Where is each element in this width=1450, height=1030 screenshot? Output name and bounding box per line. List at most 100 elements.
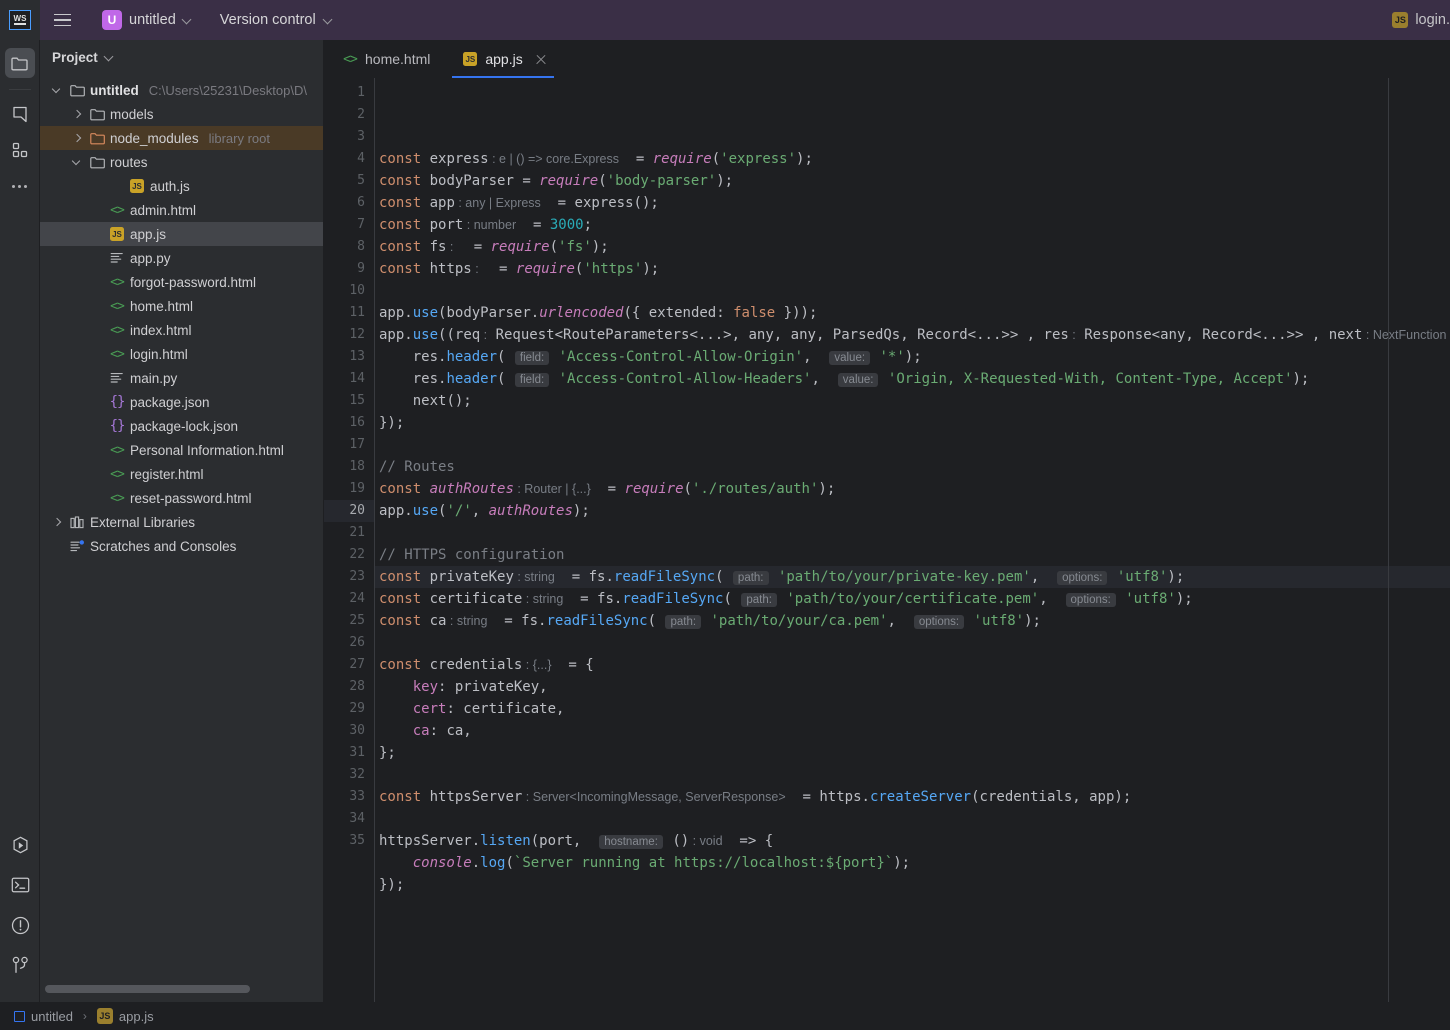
line-number: 8 bbox=[357, 239, 365, 254]
code-line: app.use(bodyParser.urlencoded({ extended… bbox=[379, 305, 818, 321]
tree-item-index-html[interactable]: <> index.html bbox=[40, 318, 323, 342]
library-icon bbox=[70, 515, 84, 528]
inlay-param-hint: hostname: bbox=[599, 835, 663, 849]
more-tool-windows-button[interactable] bbox=[5, 171, 35, 201]
code-line: const certificate : string = fs.readFile… bbox=[379, 591, 1193, 607]
editor-tab-home-html[interactable]: <> home.html bbox=[324, 40, 444, 78]
html-file-icon: <> bbox=[109, 442, 125, 458]
tree-item-app-js[interactable]: JS app.js bbox=[40, 222, 323, 246]
tree-item-personal-information-html[interactable]: <> Personal Information.html bbox=[40, 438, 323, 462]
line-number: 7 bbox=[357, 217, 365, 232]
code-content[interactable]: const express : e | () => core.Express =… bbox=[374, 78, 1450, 1002]
chevron-down-icon[interactable] bbox=[50, 83, 64, 97]
tree-item-routes[interactable]: routes bbox=[40, 150, 323, 174]
tree-item-app-py[interactable]: app.py bbox=[40, 246, 323, 270]
js-file-icon: JS bbox=[462, 51, 478, 67]
breadcrumb-project[interactable]: untitled bbox=[14, 1009, 73, 1024]
problems-tool-window-button[interactable] bbox=[5, 910, 35, 940]
tree-item-label: app.py bbox=[130, 250, 171, 266]
html-file-icon: <> bbox=[110, 202, 125, 218]
code-line: const port : number = 3000; bbox=[379, 217, 592, 233]
project-selector[interactable]: U untitled bbox=[96, 7, 198, 33]
folder-icon bbox=[69, 82, 85, 98]
chevron-down-icon[interactable] bbox=[70, 155, 84, 169]
editor-area: <> home.html JS app.js 1 2 3 4 5 6 7 8 9 10 11 12 13 14 1… bbox=[324, 40, 1450, 1002]
editor-viewport: 1 2 3 4 5 6 7 8 9 10 11 12 13 14 15 16 17 18 19 20 21 22 23 24 2… bbox=[324, 78, 1450, 1002]
chevron-right-icon[interactable] bbox=[70, 131, 84, 145]
project-tool-window-button[interactable] bbox=[4, 48, 35, 78]
tree-arrow-placeholder bbox=[90, 395, 104, 409]
project-panel-header[interactable]: Project bbox=[40, 40, 323, 74]
line-number: 28 bbox=[349, 679, 365, 694]
tree-item-auth-js[interactable]: JS auth.js bbox=[40, 174, 323, 198]
line-number: 21 bbox=[349, 525, 365, 540]
version-control-widget[interactable]: Version control bbox=[220, 12, 333, 28]
tree-item-models[interactable]: models bbox=[40, 102, 323, 126]
tree-item-scratches-and-consoles[interactable]: Scratches and Consoles bbox=[40, 534, 323, 558]
tree-arrow-placeholder bbox=[90, 467, 104, 481]
editor-tab-app-js[interactable]: JS app.js bbox=[444, 40, 562, 78]
tree-item-package-json[interactable]: {} package.json bbox=[40, 390, 323, 414]
folder-icon bbox=[89, 108, 105, 120]
title-bar-right: JS login. bbox=[1392, 0, 1450, 40]
main-menu-button[interactable] bbox=[44, 0, 80, 40]
tree-item-package-lock-json[interactable]: {} package-lock.json bbox=[40, 414, 323, 438]
tree-item-external-libraries[interactable]: External Libraries bbox=[40, 510, 323, 534]
folder-icon bbox=[11, 57, 28, 70]
warning-circle-icon bbox=[11, 916, 29, 934]
chevron-down-icon bbox=[105, 53, 114, 62]
chevron-right-icon[interactable] bbox=[50, 515, 64, 529]
js-file-icon: JS bbox=[129, 178, 145, 194]
line-number: 6 bbox=[357, 195, 365, 210]
line-number-gutter: 1 2 3 4 5 6 7 8 9 10 11 12 13 14 15 16 17 18 19 20 21 22 23 24 2… bbox=[324, 78, 374, 1002]
line-number: 27 bbox=[349, 657, 365, 672]
project-badge: U bbox=[102, 10, 122, 30]
line-number: 24 bbox=[349, 591, 365, 606]
code-line: const httpsServer : Server<IncomingMessa… bbox=[379, 789, 1132, 805]
html-file-icon: <> bbox=[109, 346, 125, 362]
tree-item-label: index.html bbox=[130, 322, 192, 338]
version-control-tool-window-button[interactable] bbox=[5, 950, 35, 980]
webstorm-logo: WS bbox=[0, 0, 40, 40]
run-tool-window-button[interactable] bbox=[5, 830, 35, 860]
line-number: 20 bbox=[324, 500, 374, 522]
html-file-icon: <> bbox=[110, 322, 125, 338]
terminal-tool-window-button[interactable] bbox=[5, 870, 35, 900]
tree-item-admin-html[interactable]: <> admin.html bbox=[40, 198, 323, 222]
line-number: 29 bbox=[349, 701, 365, 716]
tree-item-register-html[interactable]: <> register.html bbox=[40, 462, 323, 486]
editor-tab-bar: <> home.html JS app.js bbox=[324, 40, 1450, 78]
chevron-down-icon bbox=[183, 16, 192, 25]
bookmarks-tool-window-button[interactable] bbox=[5, 99, 35, 129]
tree-item-reset-password-html[interactable]: <> reset-password.html bbox=[40, 486, 323, 510]
line-number: 30 bbox=[349, 723, 365, 738]
line-number: 33 bbox=[349, 789, 365, 804]
line-number: 22 bbox=[349, 547, 365, 562]
scrollbar-thumb[interactable] bbox=[45, 985, 250, 993]
chevron-right-icon[interactable] bbox=[70, 107, 84, 121]
tree-item-login-html[interactable]: <> login.html bbox=[40, 342, 323, 366]
project-horizontal-scrollbar[interactable] bbox=[40, 984, 323, 994]
html-file-icon: <> bbox=[110, 442, 125, 458]
tree-item-untitled[interactable]: untitled C:\Users\25231\Desktop\D\ bbox=[40, 78, 323, 102]
tree-arrow-placeholder bbox=[90, 299, 104, 313]
breadcrumb-file[interactable]: JS app.js bbox=[96, 1008, 154, 1024]
js-file-icon: JS bbox=[1392, 12, 1409, 28]
tree-item-node-modules[interactable]: node_modules library root bbox=[40, 126, 323, 150]
tree-item-home-html[interactable]: <> home.html bbox=[40, 294, 323, 318]
code-line: app.use((req : Request<RouteParameters<.… bbox=[379, 327, 1450, 343]
code-line: res.header( field: 'Access-Control-Allow… bbox=[412, 349, 922, 365]
line-number: 14 bbox=[349, 371, 365, 386]
code-line: const ca : string = fs.readFileSync( pat… bbox=[379, 613, 1041, 629]
close-icon[interactable] bbox=[534, 52, 548, 66]
project-tree[interactable]: untitled C:\Users\25231\Desktop\D\ models n… bbox=[40, 74, 323, 1002]
project-tool-window: Project untitled C:\Users\25231\Desktop\D… bbox=[40, 40, 324, 1002]
rail-divider bbox=[8, 89, 31, 90]
structure-tool-window-button[interactable] bbox=[5, 135, 35, 165]
title-bar: WS U untitled Version control JS login. bbox=[0, 0, 1450, 40]
json-file-icon: {} bbox=[109, 418, 126, 434]
tree-item-forgot-password-html[interactable]: <> forgot-password.html bbox=[40, 270, 323, 294]
tree-item-label: package-lock.json bbox=[130, 418, 239, 434]
tree-item-main-py[interactable]: main.py bbox=[40, 366, 323, 390]
